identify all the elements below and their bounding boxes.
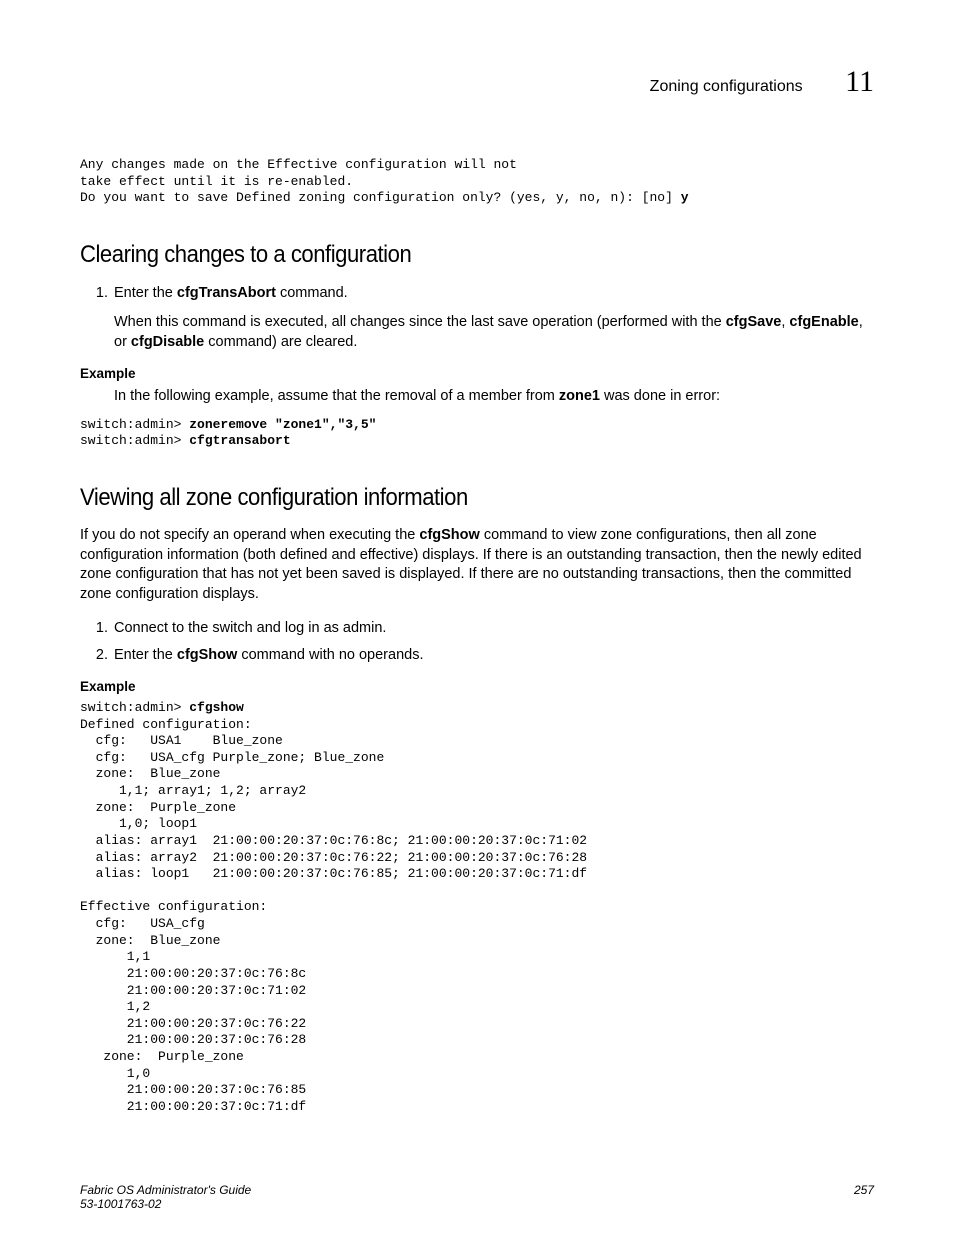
page-header: Zoning configurations 11	[80, 65, 874, 99]
header-title: Zoning configurations	[650, 78, 803, 96]
code-block-2: switch:admin> cfgshow Defined configurat…	[80, 700, 874, 1116]
steps-list-2: Connect to the switch and log in as admi…	[80, 618, 874, 665]
section2-intro: If you do not specify an operand when ex…	[80, 526, 874, 604]
step2-1: Connect to the switch and log in as admi…	[112, 618, 874, 638]
footer-left-1: Fabric OS Administrator's Guide	[80, 1183, 874, 1197]
steps-list-1: Enter the cfgTransAbort command.	[80, 283, 874, 303]
step-1-body: When this command is executed, all chang…	[114, 313, 874, 352]
page-footer: Fabric OS Administrator's Guide 53-10017…	[80, 1183, 874, 1211]
footer-left-2: 53-1001763-02	[80, 1197, 874, 1211]
example-label-2: Example	[80, 679, 874, 694]
step2-2: Enter the cfgShow command with no operan…	[112, 645, 874, 665]
example-body-1: In the following example, assume that th…	[114, 387, 874, 407]
step-1: Enter the cfgTransAbort command.	[112, 283, 874, 303]
code-block-intro: Any changes made on the Effective config…	[80, 157, 874, 207]
code-block-1: switch:admin> zoneremove "zone1","3,5" s…	[80, 417, 874, 450]
footer-page-number: 257	[854, 1183, 874, 1197]
example-label-1: Example	[80, 366, 874, 381]
chapter-number: 11	[845, 65, 874, 99]
heading-clearing-changes: Clearing changes to a configuration	[80, 241, 810, 269]
heading-viewing-all: Viewing all zone configuration informati…	[80, 484, 810, 512]
